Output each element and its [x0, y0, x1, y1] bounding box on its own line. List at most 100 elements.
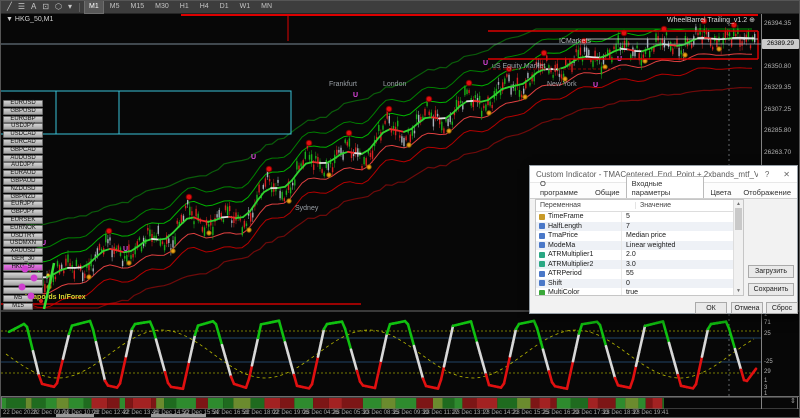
symbol-button-usdmxn[interactable]: USDMXN	[3, 240, 43, 248]
param-type-icon	[539, 213, 545, 220]
symbol-button-eurnok[interactable]: EURNOK	[3, 224, 43, 232]
price-tick: 26350.80	[764, 63, 792, 70]
symbol-button-gbpaud[interactable]: GBPAUD	[3, 178, 43, 185]
scrollbar-stub[interactable]	[56, 414, 94, 417]
price-tick: 26329.35	[764, 84, 792, 91]
load-button[interactable]: Загрузить	[748, 265, 794, 278]
timeframe-m5[interactable]: M5	[105, 1, 125, 14]
brand-label: Leapords In/Forex	[25, 294, 86, 301]
text-icon[interactable]: A	[28, 1, 39, 13]
dialog-tab[interactable]: Входные параметры	[625, 176, 705, 198]
param-value[interactable]: 3.0	[622, 261, 743, 268]
param-value[interactable]: true	[622, 289, 743, 295]
shapes-icon[interactable]: ⬡	[52, 1, 65, 13]
dialog-tab[interactable]: Общие	[589, 185, 626, 198]
label-icon[interactable]: ⊡	[39, 1, 52, 13]
param-value[interactable]: 7	[622, 223, 743, 230]
param-value[interactable]: 55	[622, 270, 743, 277]
param-row[interactable]: ATRPeriod 55	[536, 269, 743, 279]
timeframe-w1[interactable]: W1	[235, 1, 256, 14]
chart-tf-button-m5[interactable]: M5	[3, 295, 33, 302]
symbol-button-usdtry[interactable]: USDTRY	[3, 232, 43, 240]
symbol-button-obscured[interactable]	[3, 287, 43, 295]
symbol-button-euraud[interactable]: EURAUD	[3, 170, 43, 178]
param-row[interactable]: MultiColor true	[536, 288, 743, 295]
timeframe-m1[interactable]: M1	[84, 1, 104, 14]
scrollbar-stub[interactable]	[151, 414, 206, 417]
svg-text:U: U	[123, 246, 128, 253]
collapse-icon[interactable]: ▼	[6, 16, 13, 23]
timeframe-d1[interactable]: D1	[215, 1, 234, 14]
param-type-icon	[539, 270, 545, 277]
symbol-button-obscured[interactable]	[3, 279, 43, 287]
session-label: Frankfurt	[329, 81, 358, 88]
param-value[interactable]: Median price	[622, 232, 743, 239]
param-name: ATRPeriod	[548, 270, 582, 278]
ok-button[interactable]: ОК	[695, 302, 727, 314]
param-row[interactable]: ATRMultiplier2 3.0	[536, 259, 743, 269]
symbol-button-eurusd[interactable]: EURUSD	[3, 100, 43, 107]
dialog-tab[interactable]: Отображение	[737, 185, 797, 198]
session-label: uS Equity Market	[492, 63, 546, 70]
scroll-up-icon[interactable]: ▲	[734, 201, 743, 207]
symbol-button-eurjpy[interactable]: EURJPY	[3, 201, 43, 209]
chart-tf-button-m15[interactable]: M15	[3, 303, 33, 310]
param-value[interactable]: 0	[622, 280, 743, 287]
param-type-icon	[539, 242, 545, 249]
symbol-button-gbpusd[interactable]: GBPUSD	[3, 107, 43, 115]
param-value[interactable]: Linear weighted	[622, 242, 743, 249]
scroll-down-icon[interactable]: ▼	[734, 288, 743, 294]
symbol-button-usdcad[interactable]: USDCAD	[3, 131, 43, 139]
param-type-icon	[539, 223, 545, 230]
symbol-button-gbpnzd[interactable]: GBPNZD	[3, 193, 43, 201]
symbol-button-hkg_50[interactable]: HKG_50	[3, 263, 43, 271]
scroll-thumb[interactable]	[735, 208, 742, 230]
session-label: London	[383, 81, 407, 88]
trailing-info-icon[interactable]: ⊕	[749, 17, 755, 24]
reset-button[interactable]: Сброс	[766, 302, 798, 314]
param-row[interactable]: Shift 0	[536, 278, 743, 288]
symbol-button-gbpjpy[interactable]: GBPJPY	[3, 209, 43, 217]
dialog-tab[interactable]: Цвета	[704, 185, 737, 198]
timeframe-m15[interactable]: M15	[126, 1, 150, 14]
symbol-button-audjpy[interactable]: AUDJPY	[3, 162, 43, 170]
symbol-button-nzdusd[interactable]: NZDUSD	[3, 185, 43, 193]
cancel-button[interactable]: Отмена	[731, 302, 763, 314]
symbol-button-xauusd[interactable]: XAUUSD	[3, 248, 43, 256]
param-name: TmaPrice	[548, 232, 578, 240]
chart-title: ▼ HKG_50,M1	[6, 16, 53, 23]
symbol-button-ger_30[interactable]: GER_30	[3, 256, 43, 263]
symbol-button-eursek[interactable]: EURSEK	[3, 217, 43, 224]
param-row[interactable]: TimeFrame 5	[536, 212, 743, 222]
param-row[interactable]: ModeMa Linear weighted	[536, 240, 743, 250]
symbol-button-audusd[interactable]: AUDUSD	[3, 154, 43, 162]
param-row[interactable]: ATRMultiplier1 2.0	[536, 250, 743, 260]
table-scrollbar[interactable]: ▲ ▼	[733, 200, 743, 295]
timeframe-m30[interactable]: M30	[150, 1, 174, 14]
symbol-button-eurgbp[interactable]: EURGBP	[3, 115, 43, 123]
param-name: ModeMa	[548, 241, 576, 249]
help-button[interactable]: ?	[758, 170, 776, 179]
channel-icon[interactable]: ☰	[15, 1, 28, 13]
toolbar-separator	[79, 2, 81, 12]
price-tick: 26285.80	[764, 127, 792, 134]
param-row[interactable]: HalfLength 7	[536, 221, 743, 231]
session-label: Sydney	[295, 205, 319, 212]
param-value[interactable]: 2.0	[622, 251, 743, 258]
save-button[interactable]: Сохранить	[748, 283, 794, 296]
symbol-button-obscured[interactable]	[3, 271, 43, 279]
param-value[interactable]: 5	[622, 213, 743, 220]
symbol-button-gbpcad[interactable]: GBPCAD	[3, 146, 43, 154]
trendline-icon[interactable]: ╱	[4, 1, 15, 13]
symbol-button-usdjpy[interactable]: USDJPY	[3, 123, 43, 131]
dialog-tab[interactable]: О программе	[534, 176, 589, 198]
timeframe-mn[interactable]: MN	[256, 1, 277, 14]
param-row[interactable]: TmaPrice Median price	[536, 231, 743, 241]
symbol-button-eurcad[interactable]: EURCAD	[3, 139, 43, 146]
close-icon[interactable]: ✕	[776, 170, 797, 179]
dropdown-caret-icon[interactable]: ▾	[65, 1, 75, 13]
timeframe-h4[interactable]: H4	[195, 1, 214, 14]
trailing-ea-name: WheelBarrel Trailing_v1.2	[667, 17, 748, 24]
timeframe-h1[interactable]: H1	[175, 1, 194, 14]
toolbar: ╱ ☰ A ⊡ ⬡ ▾ M1 M5 M15 M30 H1 H4 D1 W1 MN	[1, 1, 799, 14]
